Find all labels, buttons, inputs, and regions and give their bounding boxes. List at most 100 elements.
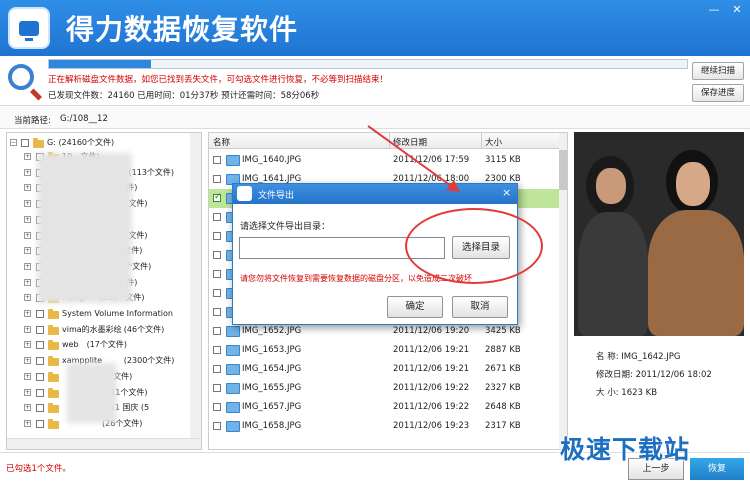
tree-item[interactable]: +System Volume Information(1: [7, 309, 191, 321]
row-checkbox[interactable]: ✓: [213, 192, 222, 202]
row-checkbox[interactable]: [213, 365, 221, 373]
row-checkbox[interactable]: [213, 346, 221, 354]
save-progress-button[interactable]: 保存进度: [692, 84, 744, 102]
preview-figure-left-body: [578, 212, 648, 336]
row-checkbox[interactable]: [213, 232, 221, 240]
table-row[interactable]: IMG_1653.JPG 2011/12/06 19:21 2887 KB: [209, 341, 559, 360]
tree-item[interactable]: + vima的水墨彩绘 (46个文件): [7, 324, 191, 337]
file-name: IMG_1658.JPG: [242, 421, 302, 431]
expand-icon[interactable]: +: [24, 388, 31, 396]
image-file-icon: [226, 155, 240, 166]
dialog-app-icon: [237, 186, 252, 201]
info-date-label: 修改日期:: [596, 370, 633, 380]
column-name[interactable]: 名称: [213, 136, 230, 148]
expand-icon[interactable]: +: [24, 404, 31, 412]
expand-icon[interactable]: +: [24, 372, 31, 380]
tree-item[interactable]: + web (17个文件): [7, 340, 191, 352]
tree-vertical-scrollbar[interactable]: [190, 133, 201, 438]
file-date: 2011/12/06 19:20: [393, 326, 470, 336]
annotation-oval: [405, 208, 543, 284]
expand-icon[interactable]: +: [24, 341, 31, 349]
magnifier-icon: [8, 64, 34, 90]
file-size: 2648 KB: [485, 402, 521, 412]
tree-checkbox[interactable]: [36, 388, 44, 397]
row-checkbox[interactable]: [213, 384, 221, 392]
continue-scan-button[interactable]: 继续扫描: [692, 62, 744, 80]
expand-icon[interactable]: +: [24, 262, 31, 270]
dialog-title: 文件导出: [258, 191, 295, 201]
image-file-icon: [226, 421, 240, 432]
tree-horizontal-scrollbar[interactable]: [7, 438, 201, 449]
preview-figure-left-face: [596, 168, 626, 204]
table-row[interactable]: IMG_1658.JPG 2011/12/06 19:23 2317 KB: [209, 417, 559, 436]
tree-checkbox[interactable]: [36, 325, 44, 334]
minimize-button[interactable]: —: [704, 2, 724, 18]
annotation-arrow: [367, 125, 460, 192]
expand-icon[interactable]: +: [24, 294, 31, 302]
expand-icon[interactable]: +: [24, 153, 31, 160]
expand-icon[interactable]: +: [24, 184, 31, 192]
blurred-region: [67, 363, 117, 423]
row-checkbox[interactable]: [213, 270, 221, 278]
table-row[interactable]: IMG_1657.JPG 2011/12/06 19:22 2648 KB: [209, 398, 559, 417]
file-size: 3425 KB: [485, 326, 521, 336]
file-date: 2011/12/06 19:21: [393, 345, 470, 355]
row-checkbox[interactable]: [213, 308, 221, 316]
tree-checkbox[interactable]: [36, 357, 44, 366]
row-checkbox[interactable]: [213, 327, 221, 335]
collapse-icon[interactable]: −: [10, 139, 17, 146]
expand-icon[interactable]: +: [24, 325, 31, 333]
image-file-icon: [226, 326, 240, 337]
file-date: 2011/12/06 19:22: [393, 402, 470, 412]
expand-icon[interactable]: +: [24, 247, 31, 255]
tree-checkbox[interactable]: [36, 310, 44, 318]
row-checkbox[interactable]: [213, 403, 221, 411]
path-label: 当前路径:: [14, 116, 51, 126]
file-name: IMG_1652.JPG: [242, 326, 302, 336]
row-checkbox[interactable]: [213, 175, 221, 183]
expand-icon[interactable]: +: [24, 200, 31, 208]
image-preview: [574, 132, 744, 336]
info-size-value: 1623 KB: [621, 388, 658, 398]
tree-checkbox[interactable]: [36, 404, 44, 413]
row-checkbox[interactable]: [213, 156, 221, 164]
file-list-scroll-thumb[interactable]: [559, 150, 567, 190]
expand-icon[interactable]: +: [24, 419, 31, 427]
row-checkbox[interactable]: [213, 213, 221, 221]
preview-figure-right-coat: [648, 210, 744, 336]
tree-item-count: (17个文件): [86, 340, 128, 350]
dialog-close-icon[interactable]: ×: [502, 186, 511, 199]
row-checkbox[interactable]: [213, 251, 221, 259]
tree-item-label: web: [62, 340, 79, 350]
expand-icon[interactable]: +: [24, 310, 31, 317]
folder-icon: [48, 371, 59, 382]
file-size: 2317 KB: [485, 421, 521, 431]
tree-item-count: (2300个文件): [123, 356, 175, 366]
column-size[interactable]: 大小: [485, 136, 502, 148]
folder-tree[interactable]: − G: (24160个文件) +10文件)+中山陵 (113个文件)+(5个文…: [6, 132, 202, 450]
row-checkbox[interactable]: [213, 289, 221, 297]
expand-icon[interactable]: +: [24, 168, 31, 176]
image-file-icon: [226, 402, 240, 413]
expand-icon[interactable]: +: [24, 231, 31, 239]
close-window-button[interactable]: ✕: [727, 2, 747, 18]
file-name: IMG_1657.JPG: [242, 402, 302, 412]
tree-checkbox[interactable]: [21, 139, 29, 147]
tree-checkbox[interactable]: [36, 419, 44, 428]
folder-icon: [48, 309, 59, 319]
recover-button[interactable]: 恢复: [690, 458, 744, 480]
row-checkbox[interactable]: [213, 422, 221, 430]
expand-icon[interactable]: +: [24, 215, 31, 223]
tree-checkbox[interactable]: [36, 372, 44, 381]
expand-icon[interactable]: +: [24, 357, 31, 365]
dialog-cancel-button[interactable]: 取消: [452, 296, 508, 318]
preview-figure-right-face: [676, 162, 710, 206]
dialog-ok-button[interactable]: 确定: [387, 296, 443, 318]
tree-root[interactable]: − G: (24160个文件): [7, 138, 197, 150]
file-size: 2327 KB: [485, 383, 521, 393]
expand-icon[interactable]: +: [24, 278, 31, 286]
table-row[interactable]: IMG_1655.JPG 2011/12/06 19:22 2327 KB: [209, 379, 559, 398]
tree-checkbox[interactable]: [36, 341, 44, 350]
table-row[interactable]: IMG_1654.JPG 2011/12/06 19:21 2671 KB: [209, 360, 559, 379]
info-size-label: 大 小:: [596, 388, 619, 398]
